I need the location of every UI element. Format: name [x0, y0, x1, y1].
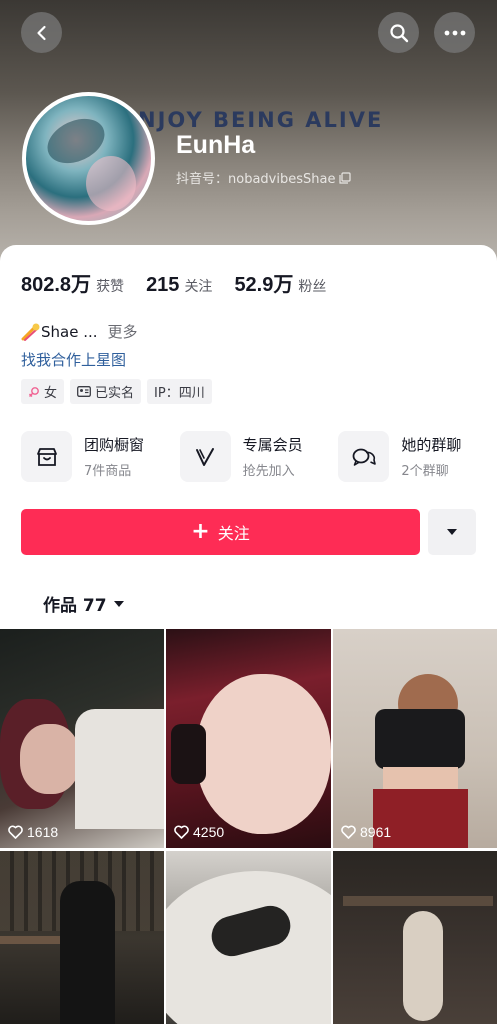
tag-verified[interactable]: 已实名 [70, 379, 142, 404]
chevron-left-icon [36, 25, 46, 40]
female-icon [29, 386, 39, 397]
chat-group-icon [352, 448, 376, 466]
tag-ip-location: IP：四川 [147, 379, 212, 404]
tab-works[interactable]: 作品 77 [43, 591, 125, 616]
video-thumbnail[interactable]: 8961 [333, 629, 497, 848]
cover-text: NJOY BEING ALIVE [138, 108, 384, 132]
likes-value: 1618 [27, 824, 59, 840]
heart-icon [341, 825, 356, 839]
feature-icon-wrap [21, 431, 72, 482]
id-card-icon [77, 386, 91, 397]
bio: Shae ... 更多 [21, 321, 138, 342]
stat-likes[interactable]: 802.8万 获赞 [21, 268, 124, 297]
feature-title: 团购橱窗 [84, 436, 145, 454]
avatar[interactable] [22, 92, 155, 225]
video-thumbnail[interactable] [166, 851, 331, 1024]
tag-gender: 女 [21, 379, 65, 404]
douyin-id-text: 抖音号：nobadvibesShae [176, 172, 336, 187]
stat-label: 粉丝 [298, 279, 327, 295]
stat-value: 52.9万 [234, 274, 294, 296]
caret-down-icon [447, 529, 457, 535]
tag-label: IP：四川 [154, 386, 205, 401]
likes-value: 4250 [193, 824, 225, 840]
stat-value: 802.8万 [21, 274, 92, 296]
plus-icon: + [191, 519, 210, 544]
feature-subtitle: 7件商品 [84, 464, 132, 479]
video-thumbnail[interactable] [0, 851, 164, 1024]
search-icon [389, 23, 408, 42]
stat-following[interactable]: 215 关注 [146, 274, 212, 297]
feature-icon-wrap [338, 431, 390, 482]
bio-text: Shae ... [41, 322, 98, 341]
caret-down-icon [113, 600, 124, 607]
stat-followers[interactable]: 52.9万 粉丝 [234, 268, 326, 297]
stats-row: 802.8万 获赞 215 关注 52.9万 粉丝 [21, 268, 348, 297]
cooperation-link[interactable]: 找我合作上星图 [21, 349, 126, 370]
heart-icon [8, 825, 23, 839]
more-button[interactable] [434, 12, 475, 53]
video-thumbnail[interactable]: 1618 [0, 629, 164, 848]
feature-subtitle: 2个群聊 [401, 464, 449, 479]
copy-icon[interactable] [339, 171, 352, 184]
stat-value: 215 [146, 274, 180, 296]
feature-title: 她的群聊 [401, 436, 462, 454]
feature-title: 专属会员 [242, 436, 303, 454]
search-button[interactable] [378, 12, 419, 53]
feature-entries: 团购橱窗 7件商品 专属会员 抢先加入 她的群聊 2个群聊 [21, 431, 497, 482]
likes-value: 8961 [360, 824, 392, 840]
feature-icon-wrap [179, 431, 231, 482]
likes-count: 4250 [174, 824, 224, 840]
display-name: EunHa [176, 131, 256, 159]
back-button[interactable] [21, 12, 62, 53]
more-dots-icon [444, 30, 465, 35]
likes-count: 8961 [341, 824, 391, 840]
tag-label: 已实名 [95, 386, 135, 401]
video-thumbnail[interactable]: 4250 [166, 629, 331, 848]
douyin-id[interactable]: 抖音号：nobadvibesShae [176, 168, 352, 187]
bio-more-link[interactable]: 更多 [108, 321, 138, 342]
feature-shop-window[interactable]: 团购橱窗 7件商品 [21, 431, 180, 482]
meteor-emoji-icon [21, 323, 40, 341]
likes-count: 1618 [8, 824, 58, 840]
v-membership-icon [196, 447, 215, 466]
feature-membership[interactable]: 专属会员 抢先加入 [179, 431, 339, 482]
feature-subtitle: 抢先加入 [242, 464, 295, 479]
recommend-dropdown-button[interactable] [428, 509, 476, 555]
stat-label: 获赞 [96, 279, 125, 295]
works-tab-label: 作品 77 [43, 596, 107, 616]
video-grid: 1618 4250 8961 [0, 629, 497, 1024]
video-thumbnail[interactable] [333, 851, 497, 1024]
feature-group-chat[interactable]: 她的群聊 2个群聊 [338, 431, 497, 482]
stat-label: 关注 [184, 279, 213, 295]
tag-label: 女 [44, 386, 58, 401]
shop-icon [36, 447, 57, 466]
heart-icon [174, 825, 189, 839]
follow-label: 关注 [217, 524, 250, 543]
profile-tags: 女 已实名 IP：四川 [21, 379, 212, 404]
follow-button[interactable]: + 关注 [21, 509, 420, 555]
